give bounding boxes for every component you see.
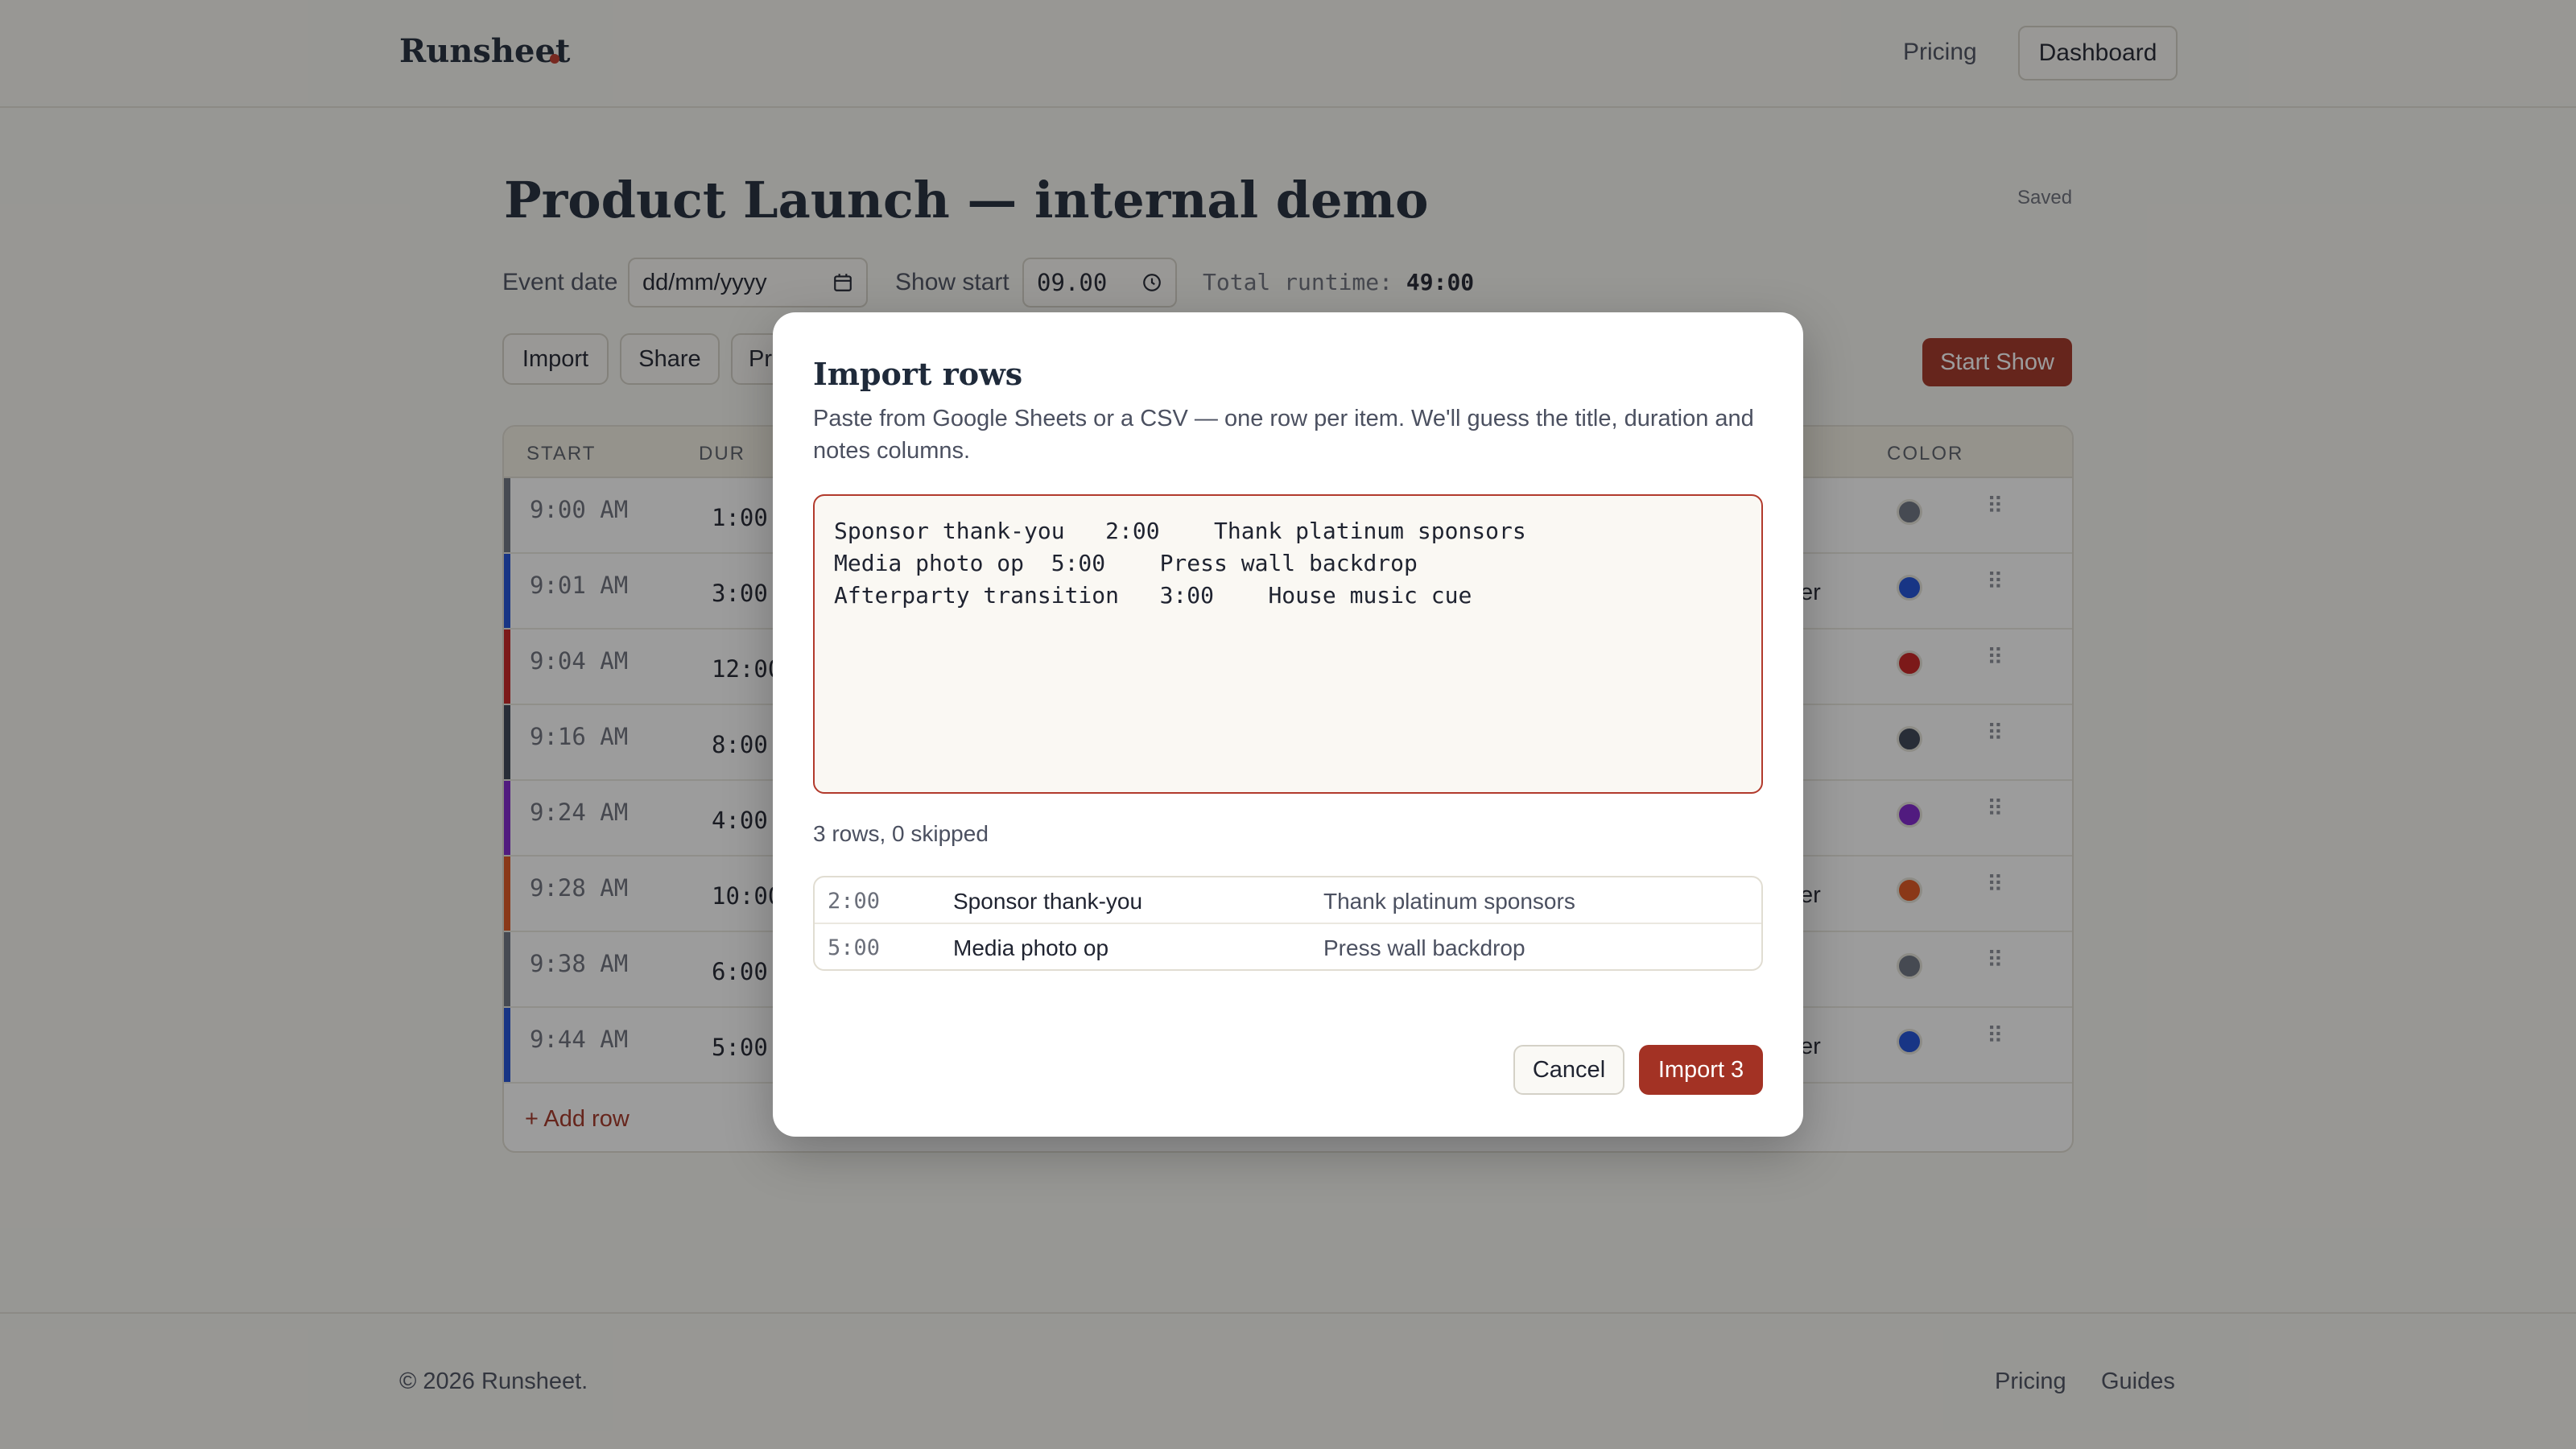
- parse-count: 3 rows, 0 skipped: [813, 821, 989, 846]
- preview-title: Media photo op: [953, 935, 1109, 960]
- preview-notes: Press wall backdrop: [1323, 935, 1525, 960]
- preview-row: 2:00 Sponsor thank-you Thank platinum spon…: [815, 877, 1761, 924]
- dialog-subtitle: Paste from Google Sheets or a CSV — one …: [813, 406, 1754, 464]
- preview-duration: 5:00: [828, 935, 881, 960]
- paste-textarea[interactable]: Sponsor thank-you 2:00 Thank platinum sp…: [813, 494, 1763, 794]
- import-rows-dialog: Import rows Paste from Google Sheets or …: [773, 312, 1803, 1137]
- preview-duration: 2:00: [828, 889, 881, 914]
- preview-notes: Thank platinum sponsors: [1323, 889, 1575, 914]
- preview-title: Sponsor thank-you: [953, 889, 1143, 914]
- preview-row: 5:00 Media photo op Press wall backdrop: [815, 924, 1761, 969]
- dialog-title: Import rows: [813, 356, 1023, 392]
- import-confirm-button[interactable]: Import 3: [1639, 1045, 1763, 1095]
- import-preview-table: 2:00 Sponsor thank-you Thank platinum spon…: [813, 876, 1763, 971]
- cancel-button[interactable]: Cancel: [1513, 1045, 1624, 1095]
